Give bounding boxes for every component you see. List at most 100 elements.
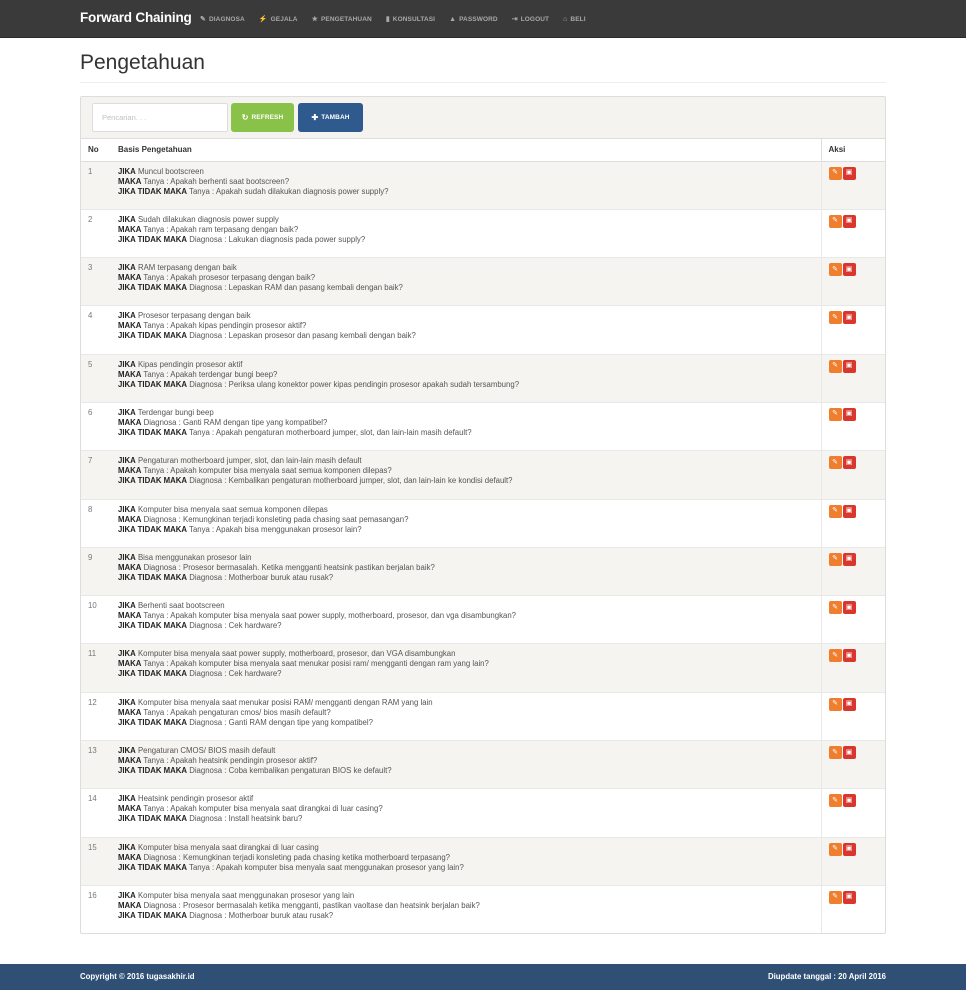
action-cell: ✎ ▣ bbox=[820, 353, 885, 403]
action-cell: ✎ ▣ bbox=[820, 208, 885, 258]
delete-button[interactable]: ▣ bbox=[842, 456, 856, 470]
delete-button[interactable]: ▣ bbox=[842, 552, 856, 566]
delete-button[interactable]: ▣ bbox=[842, 214, 856, 228]
edit-icon: ✎ bbox=[832, 507, 838, 515]
edit-button[interactable]: ✎ bbox=[828, 697, 842, 711]
rule-text: Tanya : Apakah heatsink pendingin proses… bbox=[143, 756, 318, 766]
rule-text: Tanya : Apakah terdengar bungi beep? bbox=[143, 369, 278, 379]
nav-label: PENGETAHUAN bbox=[321, 15, 372, 23]
delete-button[interactable]: ▣ bbox=[842, 746, 856, 760]
rule-keyword: JIKA TIDAK MAKA bbox=[118, 379, 188, 389]
row-number: 16 bbox=[81, 884, 111, 933]
edit-button[interactable]: ✎ bbox=[828, 214, 842, 228]
edit-button[interactable]: ✎ bbox=[828, 746, 842, 760]
delete-button[interactable]: ▣ bbox=[842, 890, 856, 904]
table-row: 4 JIKA Prosesor terpasang dengan baik MAKA… bbox=[81, 305, 885, 355]
rule-keyword: MAKA bbox=[118, 562, 142, 572]
rule-keyword: JIKA TIDAK MAKA bbox=[118, 572, 188, 582]
edit-button[interactable]: ✎ bbox=[828, 552, 842, 566]
delete-button[interactable]: ▣ bbox=[842, 697, 856, 711]
nav-item-diagnosa[interactable]: ✎ DIAGNOSA bbox=[200, 15, 245, 24]
edit-button[interactable]: ✎ bbox=[828, 311, 842, 325]
rule-cell: JIKA Heatsink pendingin prosesor aktif MA… bbox=[111, 788, 821, 838]
edit-button[interactable]: ✎ bbox=[828, 456, 842, 470]
rule-keyword: MAKA bbox=[118, 514, 142, 524]
table-row: 10 JIKA Berhenti saat bootscreen MAKA Tany… bbox=[81, 595, 885, 644]
rule-jika-line: JIKA Komputer bisa menyala saat menukar … bbox=[118, 698, 814, 708]
rule-keyword: JIKA TIDAK MAKA bbox=[118, 717, 188, 727]
rule-cell: JIKA Bisa menggunakan prosesor lain MAKA … bbox=[111, 546, 821, 596]
edit-button[interactable]: ✎ bbox=[828, 407, 842, 421]
trash-icon: ▣ bbox=[845, 651, 853, 659]
rule-text: Diagnosa : Kembalikan pengaturan motherb… bbox=[189, 476, 513, 486]
nav-item-logout[interactable]: ⇥ LOGOUT bbox=[512, 15, 549, 24]
brand-link[interactable]: Forward Chaining bbox=[80, 10, 192, 25]
rule-text: Muncul bootscreen bbox=[137, 166, 204, 176]
rule-keyword: JIKA TIDAK MAKA bbox=[118, 669, 188, 679]
edit-button[interactable]: ✎ bbox=[828, 842, 842, 856]
edit-icon: ✎ bbox=[832, 265, 838, 273]
rule-text: Tanya : Apakah komputer bisa menyala saa… bbox=[143, 659, 489, 669]
rule-keyword: MAKA bbox=[118, 176, 142, 186]
rule-keyword: JIKA bbox=[118, 794, 136, 804]
header-no: No bbox=[81, 139, 111, 162]
nav-item-beli[interactable]: ⌂ BELI bbox=[563, 16, 586, 23]
nav-item-gejala[interactable]: ⚡ GEJALA bbox=[259, 15, 298, 24]
rule-jika-line: JIKA Bisa menggunakan prosesor lain bbox=[118, 553, 814, 563]
edit-button[interactable]: ✎ bbox=[828, 359, 842, 373]
delete-button[interactable]: ▣ bbox=[842, 842, 856, 856]
nav-item-konsultasi[interactable]: ▮ KONSULTASI bbox=[386, 15, 435, 24]
delete-button[interactable]: ▣ bbox=[842, 407, 856, 421]
rule-text: Pengaturan CMOS/ BIOS masih default bbox=[137, 746, 276, 756]
rule-text: Tanya : Apakah komputer bisa menyala saa… bbox=[143, 804, 383, 814]
rule-maka-line: MAKA Tanya : Apakah prosesor terpasang d… bbox=[118, 273, 814, 283]
delete-button[interactable]: ▣ bbox=[842, 504, 856, 518]
search-input[interactable] bbox=[92, 103, 228, 132]
action-cell: ✎ ▣ bbox=[820, 691, 885, 741]
refresh-button[interactable]: ↻ REFRESH bbox=[231, 103, 294, 132]
rule-keyword: MAKA bbox=[118, 707, 142, 717]
rule-maka-line: MAKA Tanya : Apakah pengaturan cmos/ bio… bbox=[118, 708, 814, 718]
nav-item-pengetahuan[interactable]: ★ PENGETAHUAN bbox=[312, 15, 372, 24]
delete-button[interactable]: ▣ bbox=[842, 166, 856, 180]
edit-button[interactable]: ✎ bbox=[828, 166, 842, 180]
delete-button[interactable]: ▣ bbox=[842, 601, 856, 615]
table-row: 14 JIKA Heatsink pendingin prosesor aktif… bbox=[81, 788, 885, 838]
edit-button[interactable]: ✎ bbox=[828, 601, 842, 615]
rule-maka-line: MAKA Tanya : Apakah ram terpasang dengan… bbox=[118, 225, 814, 235]
rule-text: Komputer bisa menyala saat menggunakan p… bbox=[137, 890, 355, 900]
rule-keyword: MAKA bbox=[118, 852, 142, 862]
rule-keyword: MAKA bbox=[118, 466, 142, 476]
refresh-icon: ↻ bbox=[241, 113, 249, 122]
rule-maka-line: MAKA Tanya : Apakah komputer bisa menyal… bbox=[118, 659, 814, 669]
delete-button[interactable]: ▣ bbox=[842, 359, 856, 373]
action-cell: ✎ ▣ bbox=[820, 401, 885, 451]
page-title: Pengetahuan bbox=[80, 51, 205, 74]
edit-button[interactable]: ✎ bbox=[828, 504, 842, 518]
add-button[interactable]: ✚ TAMBAH bbox=[298, 103, 363, 132]
edit-button[interactable]: ✎ bbox=[828, 890, 842, 904]
rule-tidak-line: JIKA TIDAK MAKA Diagnosa : Cek hardware? bbox=[118, 621, 814, 631]
rule-keyword: JIKA bbox=[118, 697, 136, 707]
rule-text: Tanya : Apakah berhenti saat bootscreen? bbox=[143, 176, 290, 186]
rule-text: Tanya : Apakah komputer bisa menyala saa… bbox=[189, 862, 464, 872]
rule-tidak-line: JIKA TIDAK MAKA Diagnosa : Ganti RAM den… bbox=[118, 718, 814, 728]
rule-text: Diagnosa : Motherboar buruk atau rusak? bbox=[189, 910, 334, 920]
edit-button[interactable]: ✎ bbox=[828, 649, 842, 663]
rule-text: Diagnosa : Ganti RAM dengan tipe yang ko… bbox=[143, 417, 328, 427]
rule-text: Berhenti saat bootscreen bbox=[137, 601, 225, 611]
delete-button[interactable]: ▣ bbox=[842, 649, 856, 663]
edit-button[interactable]: ✎ bbox=[828, 263, 842, 277]
rule-cell: JIKA Terdengar bungi beep MAKA Diagnosa :… bbox=[111, 401, 821, 451]
row-number: 8 bbox=[81, 498, 111, 548]
title-divider bbox=[80, 82, 886, 83]
nav-item-password[interactable]: ▲ PASSWORD bbox=[449, 16, 498, 23]
footer: Copyright © 2016 tugasakhir.id Diupdate … bbox=[0, 964, 966, 990]
delete-button[interactable]: ▣ bbox=[842, 311, 856, 325]
rule-text: Diagnosa : Kemungkinan terjadi konsletin… bbox=[143, 514, 409, 524]
row-number: 5 bbox=[81, 353, 111, 403]
delete-button[interactable]: ▣ bbox=[842, 794, 856, 808]
edit-button[interactable]: ✎ bbox=[828, 794, 842, 808]
delete-button[interactable]: ▣ bbox=[842, 263, 856, 277]
action-cell: ✎ ▣ bbox=[820, 884, 885, 933]
